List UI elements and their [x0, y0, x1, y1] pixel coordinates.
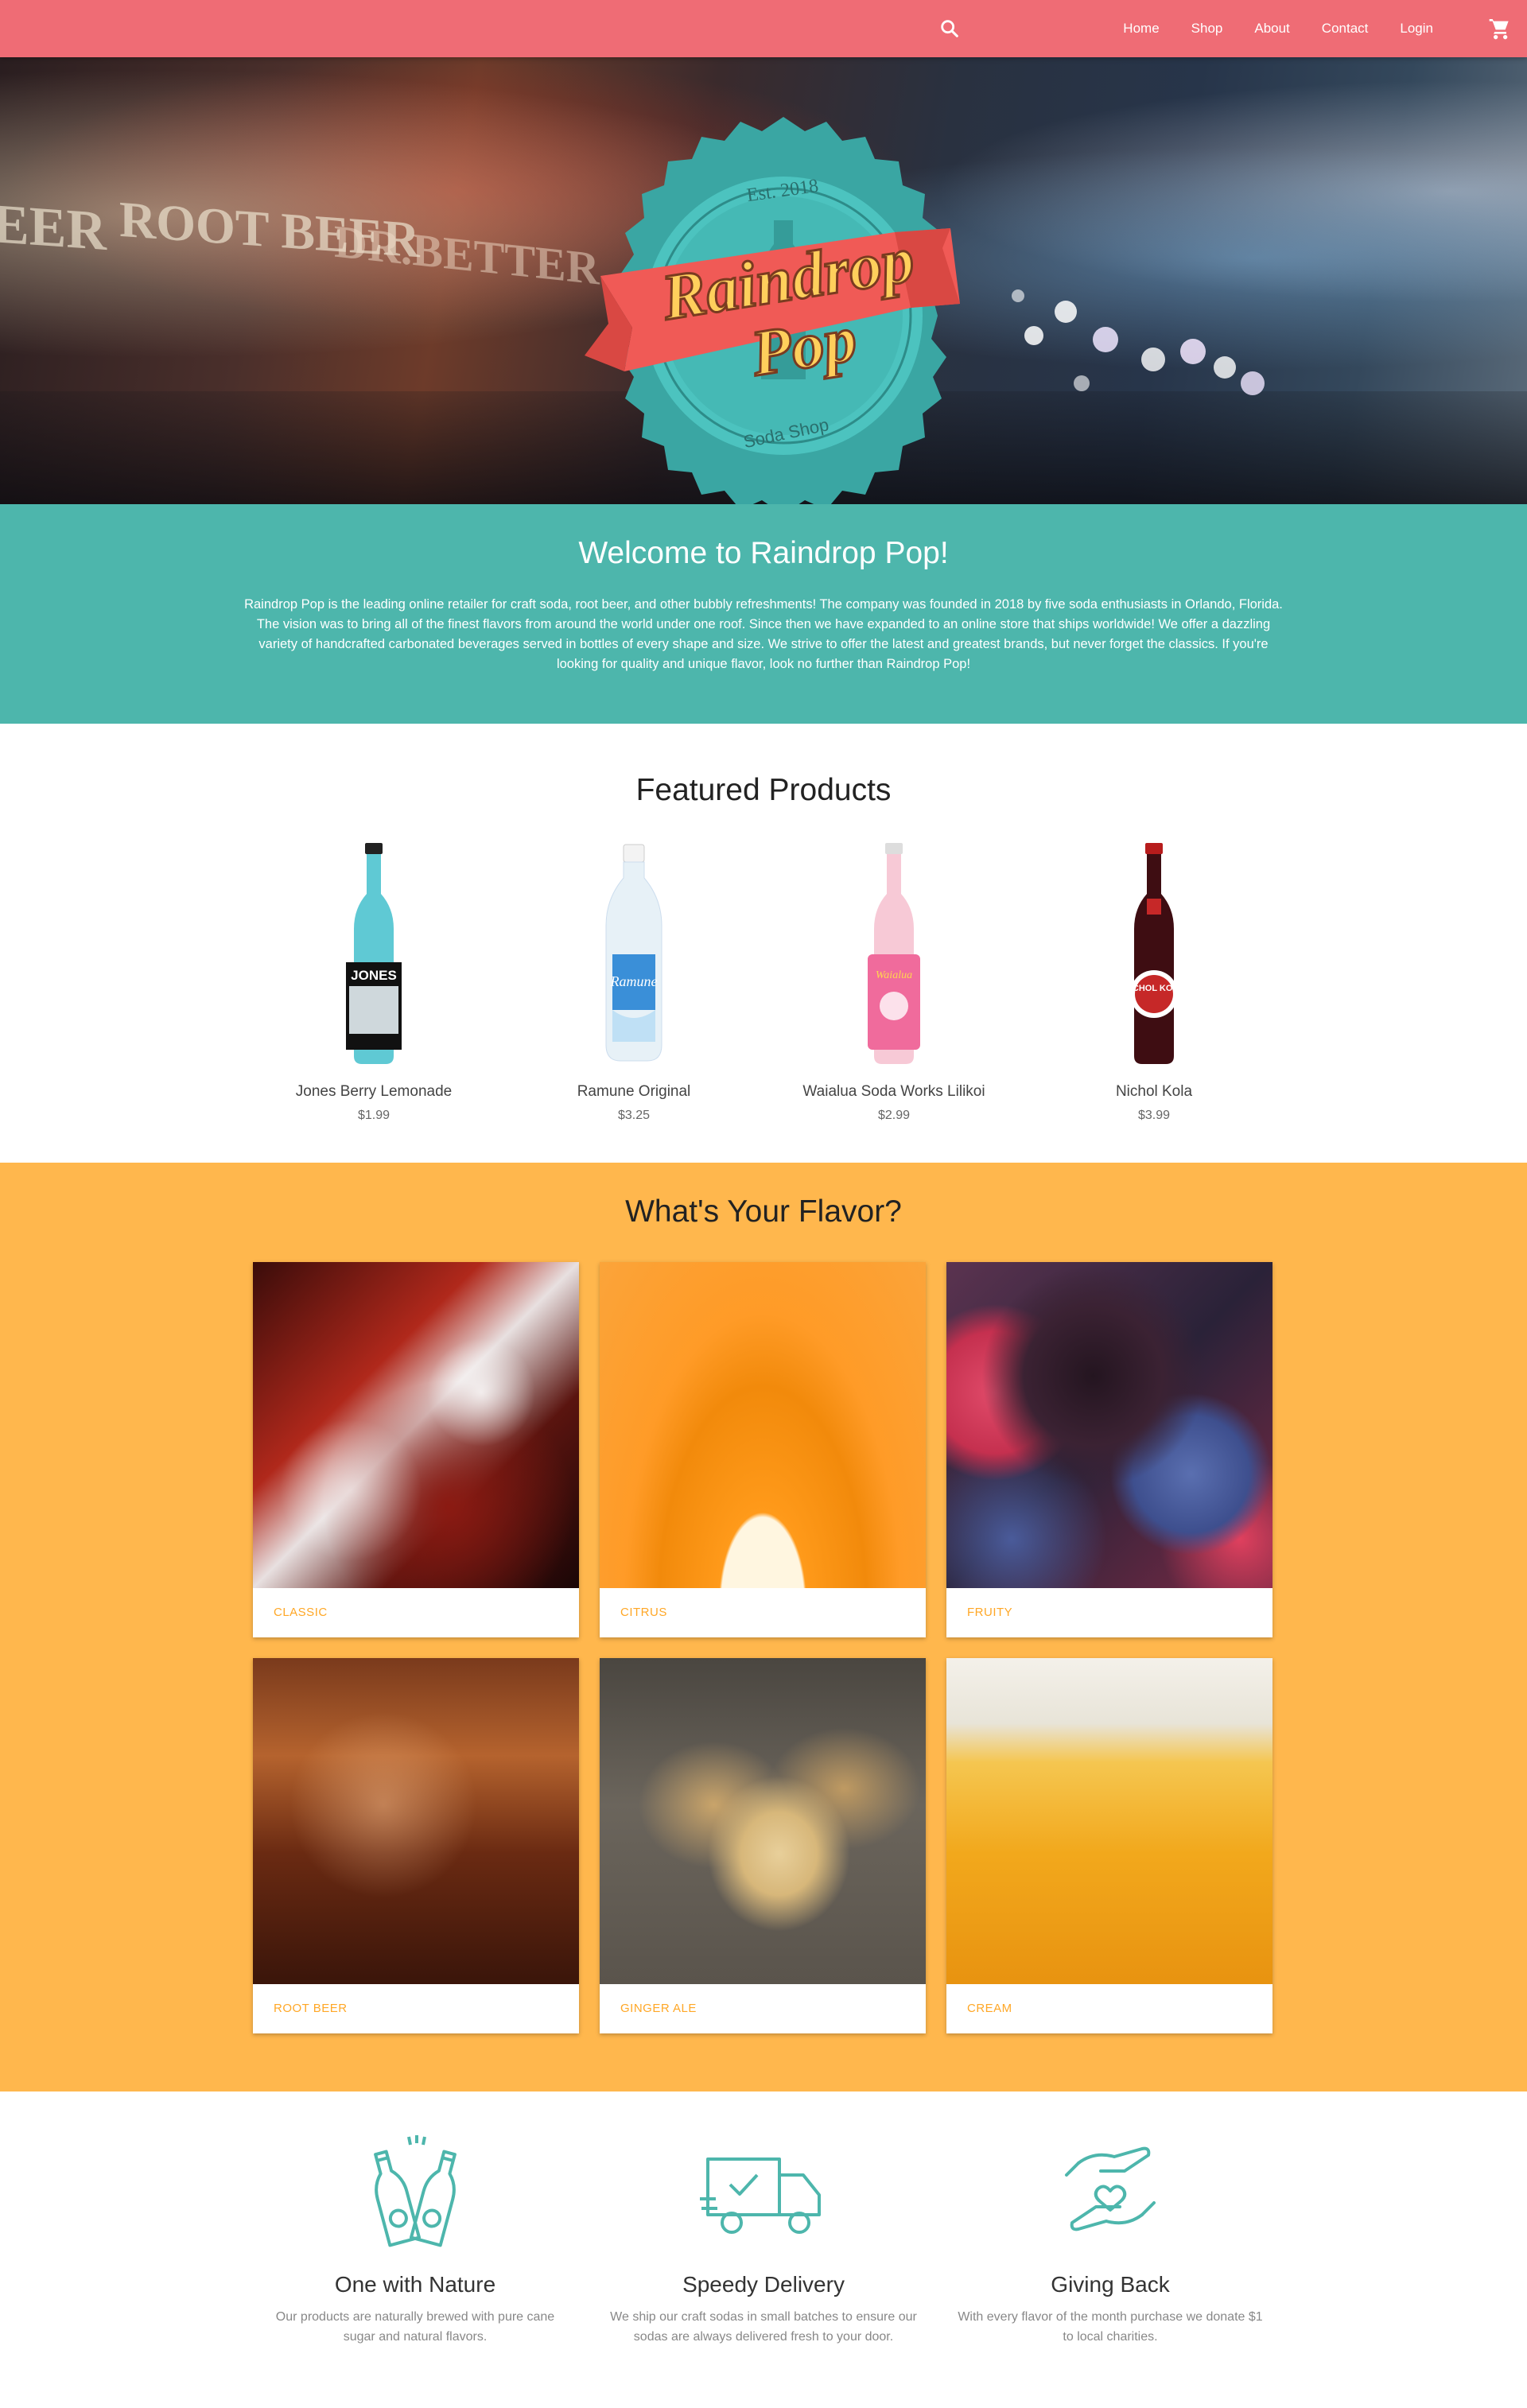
flavor-card-ginger-ale[interactable]: GINGER ALE — [600, 1658, 926, 2033]
nichol-kola-bottle-image[interactable]: NICHOL KOLA — [1118, 843, 1190, 1066]
product-price: $3.25 — [617, 1109, 651, 1122]
fruity-flavor-image[interactable] — [946, 1262, 1272, 1588]
feature-description: We ship our craft sodas in small batches… — [610, 2310, 917, 2344]
product-price: $3.99 — [1137, 1109, 1171, 1122]
features-section: One with Nature Our products are natural… — [0, 2091, 1527, 2408]
product-price: $1.99 — [357, 1109, 390, 1122]
product-card[interactable]: Waialua Waialua Soda Works Lilikoi $2.99 — [775, 843, 1013, 1137]
giving-hands-icon — [1065, 2146, 1156, 2231]
citrus-flavor-image[interactable] — [600, 1262, 926, 1588]
svg-text:Waialua: Waialua — [876, 969, 912, 981]
product-list: JONES Jones Berry Lemonade $1.99 Ramune … — [254, 843, 1288, 1137]
featured-title: Featured Products — [635, 773, 892, 807]
flavor-label: CLASSIC — [274, 1606, 328, 1619]
feature-speedy-delivery: Speedy Delivery We ship our craft sodas … — [604, 2135, 923, 2347]
feature-one-with-nature: One with Nature Our products are natural… — [256, 2135, 574, 2347]
flavor-card-cream[interactable]: CREAM — [946, 1658, 1272, 2033]
delivery-truck-icon — [700, 2157, 821, 2234]
feature-title: Speedy Delivery — [682, 2272, 845, 2297]
nav-menu: Home Shop About Contact Login — [1107, 0, 1449, 57]
feature-description: Our products are naturally brewed with p… — [275, 2310, 555, 2344]
bokeh-lights — [1012, 289, 1265, 395]
product-price: $2.99 — [877, 1109, 911, 1122]
search-icon[interactable] — [938, 17, 961, 40]
feature-title: Giving Back — [1051, 2272, 1170, 2297]
product-name[interactable]: Waialua Soda Works Lilikoi — [775, 1083, 1013, 1101]
feature-description: With every flavor of the month purchase … — [958, 2310, 1263, 2344]
flavor-card-root-beer[interactable]: ROOT BEER — [253, 1658, 579, 2033]
soda-bottles-icon — [374, 2135, 457, 2247]
root-beer-flavor-image[interactable] — [253, 1658, 579, 1984]
flavors-title: What's Your Flavor? — [625, 1194, 902, 1229]
welcome-title: Welcome to Raindrop Pop! — [578, 536, 949, 570]
product-card[interactable]: Ramune Ramune Original $3.25 — [515, 843, 753, 1137]
product-card[interactable]: NICHOL KOLA Nichol Kola $3.99 — [1035, 843, 1273, 1137]
jones-bottle-image[interactable]: JONES — [338, 843, 410, 1066]
flavor-card-fruity[interactable]: FRUITY — [946, 1262, 1272, 1637]
svg-text:Ramune: Ramune — [610, 973, 658, 989]
classic-flavor-image[interactable] — [253, 1262, 579, 1588]
welcome-body: Raindrop Pop is the leading online retai… — [244, 597, 1283, 671]
nav-item-home[interactable]: Home — [1107, 21, 1175, 37]
ginger-ale-flavor-image[interactable] — [600, 1658, 926, 1984]
welcome-section: Welcome to Raindrop Pop! Raindrop Pop is… — [0, 504, 1527, 724]
flavor-label: GINGER ALE — [620, 2002, 697, 2015]
nav-item-login[interactable]: Login — [1384, 21, 1449, 37]
product-name[interactable]: Nichol Kola — [1035, 1083, 1273, 1101]
product-name[interactable]: Jones Berry Lemonade — [254, 1083, 493, 1101]
raindrop-pop-logo: Est. 2018 Raindrop Pop Soda Shop — [585, 117, 960, 504]
svg-text:JONES: JONES — [351, 968, 397, 983]
flavor-card-citrus[interactable]: CITRUS — [600, 1262, 926, 1637]
ramune-bottle-image[interactable]: Ramune — [598, 843, 670, 1066]
feature-giving-back: Giving Back With every flavor of the mon… — [951, 2135, 1269, 2347]
flavor-label: FRUITY — [967, 1606, 1013, 1619]
nav-item-shop[interactable]: Shop — [1175, 21, 1239, 37]
flavor-label: CITRUS — [620, 1606, 667, 1619]
nav-item-about[interactable]: About — [1238, 21, 1305, 37]
flavor-label: CREAM — [967, 2002, 1012, 2015]
product-name[interactable]: Ramune Original — [515, 1083, 753, 1101]
nav-item-contact[interactable]: Contact — [1306, 21, 1385, 37]
product-card[interactable]: JONES Jones Berry Lemonade $1.99 — [254, 843, 493, 1137]
cart-icon[interactable] — [1487, 16, 1513, 41]
hero-banner: EER ROOT BEER DR.BETTER Est. 2018 Raindr… — [0, 57, 1527, 504]
flavor-label: ROOT BEER — [274, 2002, 348, 2015]
feature-title: One with Nature — [334, 2272, 496, 2297]
flavor-card-classic[interactable]: CLASSIC — [253, 1262, 579, 1637]
svg-text:NICHOL KOLA: NICHOL KOLA — [1124, 984, 1184, 993]
lilikoi-bottle-image[interactable]: Waialua — [858, 843, 930, 1066]
featured-products-section: Featured Products JONES Jones Berry Lemo… — [0, 724, 1527, 1163]
flavors-section: What's Your Flavor? CLASSIC CITRUS FRUIT… — [0, 1163, 1527, 2091]
cream-flavor-image[interactable] — [946, 1658, 1272, 1984]
top-navbar: Home Shop About Contact Login — [0, 0, 1527, 57]
